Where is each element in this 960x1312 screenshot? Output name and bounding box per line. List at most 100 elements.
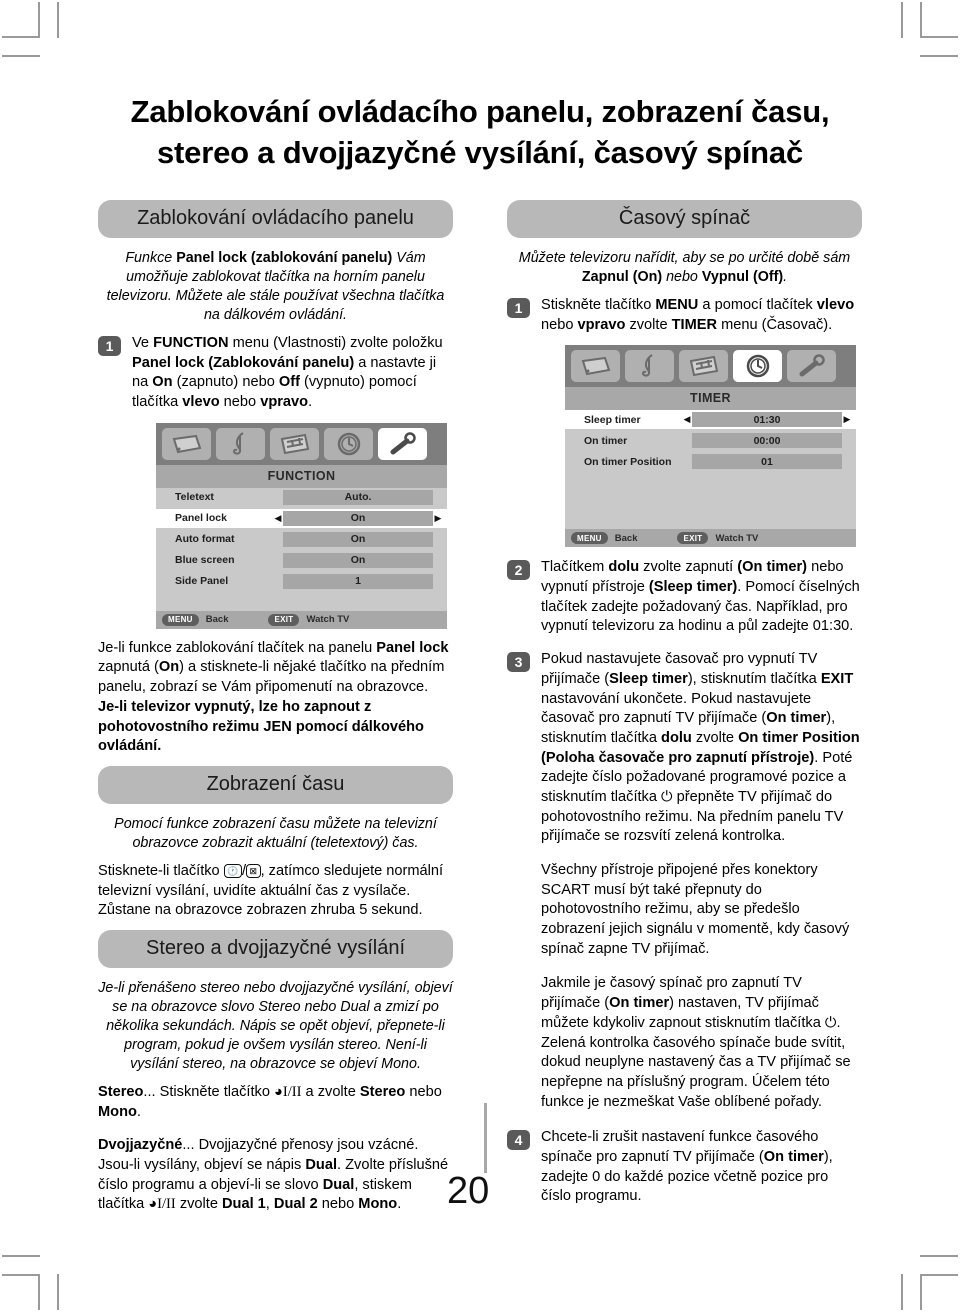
left-arrow-icon[interactable]: ◀: [682, 415, 692, 424]
power-icon: ⏻: [661, 788, 673, 805]
osd-row-sleep-timer[interactable]: ◀ Sleep timer ◀ 01:30 ▶: [565, 410, 856, 430]
audio-mode-icon: ◕I/II: [274, 1083, 302, 1100]
timer-step-4: 4 Chcete-li zrušit nastavení funkce časo…: [507, 1128, 862, 1207]
picture-icon[interactable]: [571, 350, 620, 383]
crop-mark-br-h2: [920, 1255, 958, 1257]
timer-step-2: 2 Tlačítkem dolu zvolte zapnutí (On time…: [507, 558, 862, 637]
timer-step-2-text: Tlačítkem dolu zvolte zapnutí (On timer)…: [541, 559, 860, 635]
timer-intro: Můžete televizoru nařídit, aby se po urč…: [518, 250, 851, 285]
picture-icon[interactable]: [162, 427, 211, 460]
function-osd-menu[interactable]: FUNCTION ◀ Teletext ◀ Auto. ▶ ◀ Panel lo…: [156, 422, 447, 629]
timer-step-4-text: Chcete-li zrušit nastavení funkce časové…: [541, 1129, 833, 1205]
crop-mark-br-h: [920, 1274, 958, 1276]
osd-icon-row: [565, 345, 856, 388]
page-title-line2: stereo a dvojjazyčné vysílání, časový sp…: [157, 134, 803, 170]
osd-row-label: Panel lock: [175, 512, 227, 525]
osd-row-label: Auto format: [175, 533, 235, 546]
exit-key-label: Watch TV: [715, 532, 759, 544]
osd-row-value: On: [283, 510, 433, 526]
osd-row-label: Side Panel: [175, 575, 229, 588]
crop-mark-br-v2: [901, 1274, 903, 1310]
clock-button-icon: 🕐: [223, 864, 242, 879]
teletext-off-icon: ⊠: [246, 864, 261, 879]
osd-row-auto-format[interactable]: ◀ Auto format ◀ On ▶: [156, 529, 447, 549]
panel-lock-intro: Funkce Panel lock (zablokování panelu) V…: [106, 250, 445, 323]
crop-mark-tr-v: [920, 2, 922, 38]
page-spine-rule: [484, 1103, 487, 1173]
osd-row-blue-screen[interactable]: ◀ Blue screen ◀ On ▶: [156, 550, 447, 570]
timer-step-3: 3 Pokud nastavujete časovač pro vypnutí …: [507, 650, 862, 847]
sound-icon[interactable]: [216, 427, 265, 460]
right-arrow-icon[interactable]: ▶: [842, 415, 852, 424]
menu-key-pill[interactable]: MENU: [162, 613, 199, 626]
crop-mark-bl-h: [2, 1274, 40, 1276]
osd-row-value: Auto.: [283, 489, 433, 505]
audio-mode-icon: ◕I/II: [148, 1196, 176, 1213]
feature-icon[interactable]: [679, 350, 728, 383]
dual-label: Dvojjazyčné: [98, 1137, 183, 1154]
osd-row-value: 1: [283, 573, 433, 589]
step-badge-1: 1: [98, 336, 121, 356]
page-title-line1: Zablokování ovládacího panelu, zobrazení…: [130, 94, 830, 129]
osd-row-value: On: [283, 531, 433, 547]
osd-row-teletext[interactable]: ◀ Teletext ◀ Auto. ▶: [156, 487, 447, 507]
timer-osd-menu[interactable]: TIMER ◀ Sleep timer ◀ 01:30 ▶ ◀ On timer…: [565, 345, 856, 548]
osd-row-label: On timer: [584, 434, 628, 447]
osd-title-timer: TIMER: [565, 387, 856, 411]
osd-row-value: 01: [692, 454, 842, 470]
crop-mark-tl-v: [38, 2, 40, 38]
crop-mark-tr-h2: [920, 55, 958, 57]
section-banner-timer: Časový spínač: [507, 200, 862, 238]
exit-key-pill[interactable]: EXIT: [677, 532, 709, 545]
crop-mark-bl-h2: [2, 1255, 40, 1257]
dual-paragraph: Dvojjazyčné... Dvojjazyčné přenosy jsou …: [98, 1137, 449, 1213]
step-badge-4: 4: [507, 1130, 530, 1151]
timer-icon[interactable]: [324, 427, 373, 460]
left-column: Zablokování ovládacího panelu Funkce Pan…: [98, 200, 453, 1224]
crop-mark-bl-v: [38, 1274, 40, 1310]
osd-row-on-timer[interactable]: ◀ On timer ◀ 00:00 ▶: [565, 431, 856, 451]
step-badge-2: 2: [507, 560, 530, 581]
crop-mark-br-v: [920, 1274, 922, 1310]
osd-row-label: On timer Position: [584, 455, 672, 468]
osd-title-function: FUNCTION: [156, 464, 447, 488]
crop-mark-bl-v2: [57, 1274, 59, 1310]
osd-row-side-panel[interactable]: ◀ Side Panel ◀ 1 ▶: [156, 571, 447, 591]
step-badge-3: 3: [507, 652, 530, 673]
osd-row-value: 01:30: [692, 412, 842, 428]
sound-icon[interactable]: [625, 350, 674, 383]
right-arrow-icon[interactable]: ▶: [433, 513, 443, 523]
left-arrow-icon[interactable]: ◀: [273, 513, 283, 523]
panel-lock-after-text: Je-li funkce zablokování tlačítek na pan…: [98, 639, 449, 755]
on-timer-paragraph: Jakmile je časový spínač pro zapnutí TV …: [541, 975, 851, 1110]
feature-icon[interactable]: [270, 427, 319, 460]
timer-step-1: 1 Stiskněte tlačítko MENU a pomocí tlačí…: [507, 296, 862, 335]
stereo-paragraph: Stereo... Stiskněte tlačítko ◕I/II a zvo…: [98, 1083, 442, 1120]
stereo-intro: Je-li přenášeno stereo nebo dvojjazyčné …: [98, 979, 453, 1072]
time-display-body-a: Stisknete-li tlačítko: [98, 862, 220, 879]
osd-row-panel-lock[interactable]: ◀ Panel lock ◀ On ▶: [156, 508, 447, 528]
osd-row-value: 00:00: [692, 433, 842, 449]
scart-paragraph: Všechny přístroje připojené přes konekto…: [541, 862, 850, 957]
osd-footer: MENU Back EXIT Watch TV: [156, 610, 447, 629]
menu-key-label: Back: [614, 532, 638, 544]
osd-row-label: Teletext: [175, 491, 214, 504]
time-display-body: Stisknete-li tlačítko 🕐 / ⊠, zatímco sledu…: [98, 862, 444, 919]
osd-row-on-timer-position[interactable]: ◀ On timer Position ◀ 01 ▶: [565, 452, 856, 472]
crop-mark-tl-h2: [2, 55, 40, 57]
setup-icon[interactable]: [378, 427, 427, 460]
menu-key-label: Back: [205, 614, 229, 626]
menu-key-pill[interactable]: MENU: [571, 532, 608, 545]
setup-icon[interactable]: [787, 350, 836, 383]
exit-key-pill[interactable]: EXIT: [268, 613, 300, 626]
stereo-label: Stereo: [98, 1083, 144, 1100]
osd-row-label: Sleep timer: [584, 413, 641, 426]
crop-mark-tr-v2: [901, 2, 903, 38]
timer-step-3-text: Pokud nastavujete časovač pro vypnutí TV…: [541, 651, 860, 845]
crop-mark-tl-h: [2, 36, 40, 38]
page-number: 20: [447, 1170, 490, 1212]
manual-page: Zablokování ovládacího panelu, zobrazení…: [0, 0, 960, 1312]
time-display-intro: Pomocí funkce zobrazení času můžete na t…: [114, 815, 437, 851]
timer-icon[interactable]: [733, 350, 782, 383]
step-badge-1: 1: [507, 298, 530, 318]
